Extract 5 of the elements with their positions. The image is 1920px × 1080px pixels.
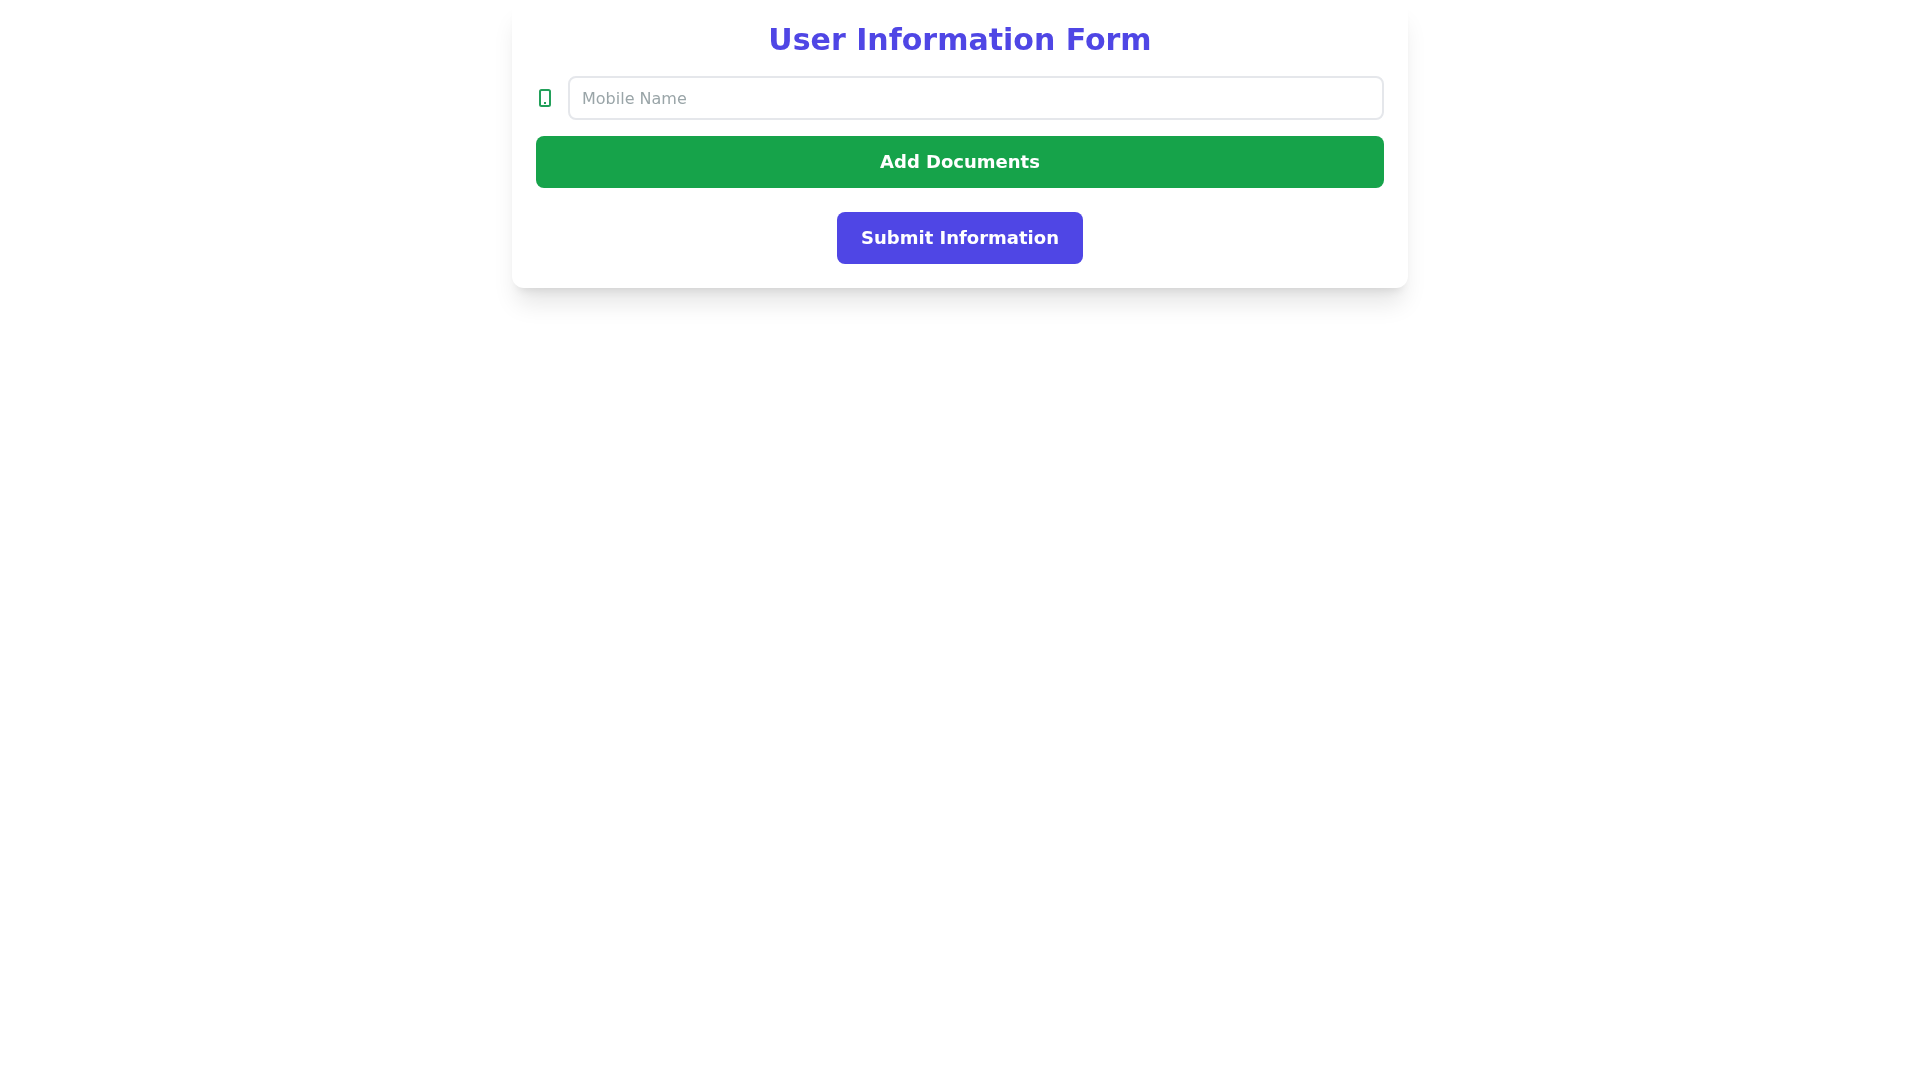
mobile-name-field[interactable]: Mobile Name: [568, 76, 1384, 120]
mobile-icon: [538, 89, 552, 107]
form-title: User Information Form: [767, 21, 1153, 59]
add-documents-button[interactable]: Add Documents: [536, 136, 1384, 188]
submit-button[interactable]: Submit Information: [837, 212, 1083, 264]
